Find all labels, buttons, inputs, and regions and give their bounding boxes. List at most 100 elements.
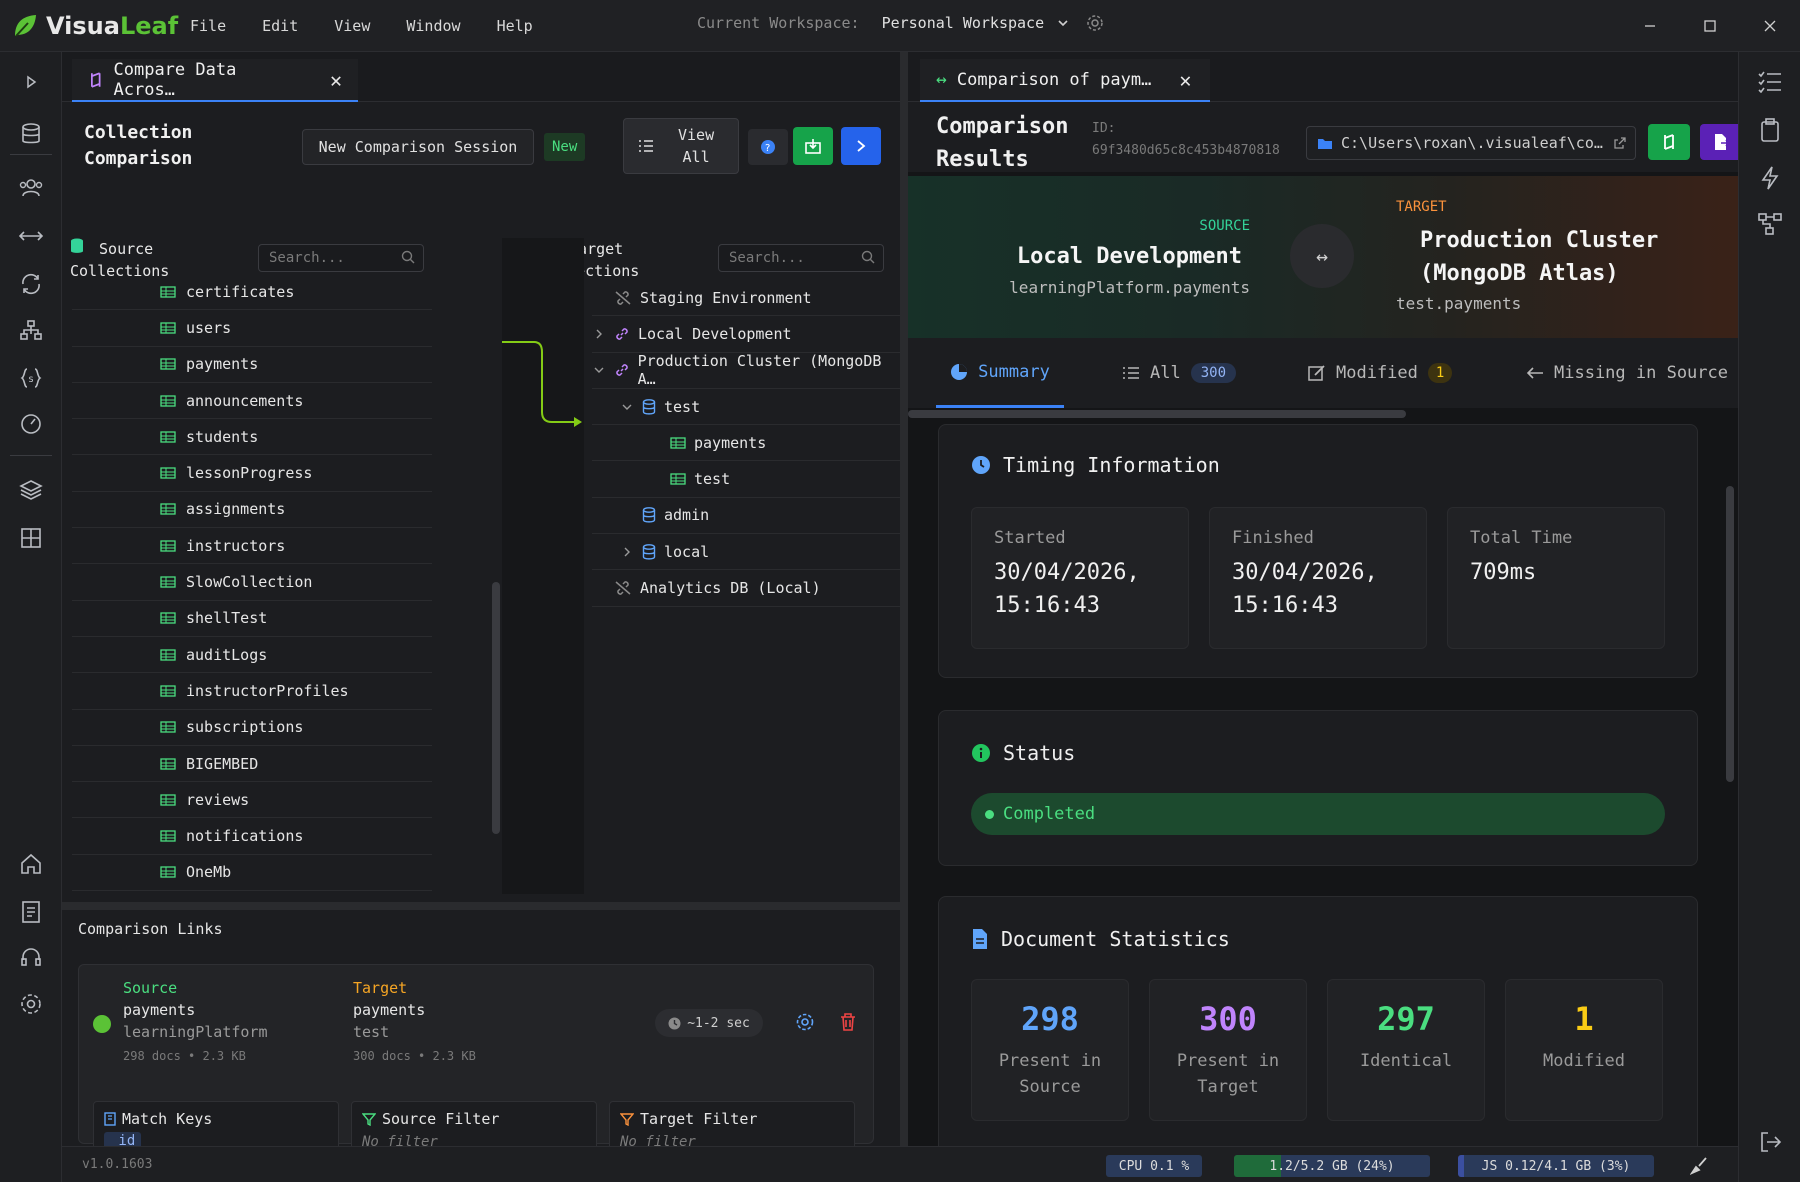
vertical-splitter[interactable] — [900, 52, 908, 1146]
source-collection-row[interactable]: subscriptions — [72, 710, 432, 746]
compare-arrows-icon[interactable] — [17, 222, 45, 250]
source-collection-row[interactable]: SlowCollection — [72, 564, 432, 601]
target-tree-item[interactable]: Analytics DB (Local) — [592, 570, 900, 607]
link-icon — [614, 362, 630, 378]
settings-gear-icon[interactable] — [17, 990, 45, 1018]
source-collection-row[interactable]: users — [72, 310, 432, 347]
source-collection-row[interactable]: payments — [72, 347, 432, 383]
network-icon[interactable] — [1756, 210, 1784, 238]
source-collection-row[interactable]: instructors — [72, 528, 432, 565]
close-tab-icon[interactable]: ✕ — [330, 68, 342, 92]
checklist-icon[interactable] — [1756, 68, 1784, 96]
menu-window[interactable]: Window — [406, 17, 460, 35]
expand-icon[interactable] — [17, 68, 45, 96]
external-link-icon[interactable] — [1613, 136, 1627, 150]
import-button[interactable] — [793, 127, 833, 165]
source-collection-row[interactable]: reviews — [72, 782, 432, 819]
delete-link-icon[interactable] — [839, 1012, 857, 1032]
tab-comparison-results[interactable]: ↔ Comparison of paym… ✕ — [920, 59, 1210, 102]
swap-direction-icon: ↔ — [1290, 224, 1354, 288]
table-icon — [160, 576, 176, 588]
chevron-down-icon[interactable] — [620, 402, 634, 412]
source-collection-row[interactable]: BIGEMBED — [72, 746, 432, 783]
tab-missing-in-source[interactable]: Missing in Source — [1526, 338, 1728, 408]
target-tree-item[interactable]: local — [592, 534, 900, 571]
view-all-label: View All — [678, 126, 715, 166]
chevron-down-icon[interactable] — [592, 365, 606, 375]
view-all-button[interactable]: View All — [623, 118, 739, 174]
source-collection-row[interactable]: OneMb — [72, 855, 432, 892]
source-collection-row[interactable]: announcements — [72, 383, 432, 420]
help-button[interactable]: ? — [748, 129, 788, 165]
next-button[interactable] — [841, 127, 881, 165]
target-tree-item[interactable]: Local Development — [592, 316, 900, 353]
document-list-icon[interactable] — [17, 898, 45, 926]
source-collection-row[interactable]: lessonProgress — [72, 455, 432, 492]
home-icon[interactable] — [17, 850, 45, 878]
table-icon — [160, 757, 176, 770]
schema-braces-icon[interactable]: s — [17, 364, 45, 392]
hierarchy-icon[interactable] — [17, 316, 45, 344]
source-search-input[interactable]: Search... — [258, 244, 424, 272]
layers-icon[interactable] — [17, 476, 45, 504]
tab-all[interactable]: All 300 — [1122, 338, 1237, 408]
mapping-connector-arrow — [502, 341, 582, 427]
export-report-button[interactable] — [1700, 124, 1738, 160]
tab-summary[interactable]: Summary — [936, 338, 1064, 408]
menu-help[interactable]: Help — [497, 17, 533, 35]
target-tree-item[interactable]: Staging Environment — [592, 280, 900, 317]
sync-icon[interactable] — [17, 270, 45, 298]
clean-brush-icon[interactable] — [1690, 1157, 1708, 1175]
compare-panel: Compare Data Acros… ✕ Collection Compari… — [62, 52, 900, 1167]
database-icon[interactable] — [17, 120, 45, 148]
target-tree-item[interactable]: payments — [592, 425, 900, 462]
users-icon[interactable] — [17, 174, 45, 202]
maximize-icon[interactable] — [1680, 0, 1740, 52]
rerun-compare-button[interactable] — [1648, 124, 1690, 160]
workspace-selector[interactable]: Current Workspace: Personal Workspace — [697, 14, 1104, 32]
menu-edit[interactable]: Edit — [262, 17, 298, 35]
comparison-links-title: Comparison Links — [78, 920, 223, 938]
workspace-settings-icon[interactable] — [1086, 14, 1104, 32]
close-window-icon[interactable] — [1740, 0, 1800, 52]
close-tab-icon[interactable]: ✕ — [1179, 68, 1191, 92]
performance-gauge-icon[interactable] — [17, 410, 45, 438]
collection-name: subscriptions — [186, 718, 304, 737]
source-list-scrollbar[interactable] — [492, 582, 500, 834]
comparison-link-card[interactable]: Source payments learningPlatform 298 doc… — [78, 964, 874, 1167]
support-headset-icon[interactable] — [17, 944, 45, 972]
minimize-icon[interactable] — [1620, 0, 1680, 52]
lightning-icon[interactable] — [1756, 164, 1784, 192]
search-icon — [861, 250, 875, 264]
tab-compare-data[interactable]: Compare Data Acros… ✕ — [72, 59, 358, 102]
results-file-path[interactable]: C:\Users\roxan\.visualeaf\co… — [1306, 126, 1636, 160]
menu-view[interactable]: View — [334, 17, 370, 35]
results-scrollbar[interactable] — [1726, 486, 1734, 782]
target-tree-item[interactable]: test — [592, 389, 900, 426]
grid-icon[interactable] — [17, 524, 45, 552]
source-collection-row[interactable]: auditLogs — [72, 637, 432, 674]
target-tree-item[interactable]: admin — [592, 498, 900, 535]
logout-icon[interactable] — [1756, 1128, 1784, 1156]
source-collection-row[interactable]: notifications — [72, 818, 432, 855]
link-settings-icon[interactable] — [795, 1012, 815, 1032]
source-collection-row[interactable]: assignments — [72, 492, 432, 529]
source-collection-row[interactable]: instructorProfiles — [72, 673, 432, 710]
tab-modified[interactable]: Modified 1 — [1308, 338, 1453, 408]
tree-item-label: local — [664, 542, 710, 561]
target-tree-item[interactable]: Production Cluster (MongoDB A… — [592, 352, 900, 389]
panel-splitter[interactable] — [62, 902, 900, 910]
table-icon — [160, 503, 176, 516]
tabs-horizontal-scrollbar[interactable] — [908, 408, 1738, 418]
clipboard-icon[interactable] — [1756, 116, 1784, 144]
chevron-right-icon[interactable] — [592, 328, 606, 340]
workspace-value: Personal Workspace — [881, 14, 1045, 32]
new-comparison-session-button[interactable]: New Comparison Session — [302, 129, 534, 165]
chevron-right-icon[interactable] — [620, 546, 634, 558]
target-tree-item[interactable]: test — [592, 461, 900, 498]
source-collection-row[interactable]: students — [72, 419, 432, 456]
source-collection-row[interactable]: shellTest — [72, 601, 432, 637]
target-search-input[interactable]: Search... — [718, 244, 884, 272]
menu-file[interactable]: File — [190, 17, 226, 35]
source-collection-row[interactable]: certificates — [72, 274, 432, 311]
